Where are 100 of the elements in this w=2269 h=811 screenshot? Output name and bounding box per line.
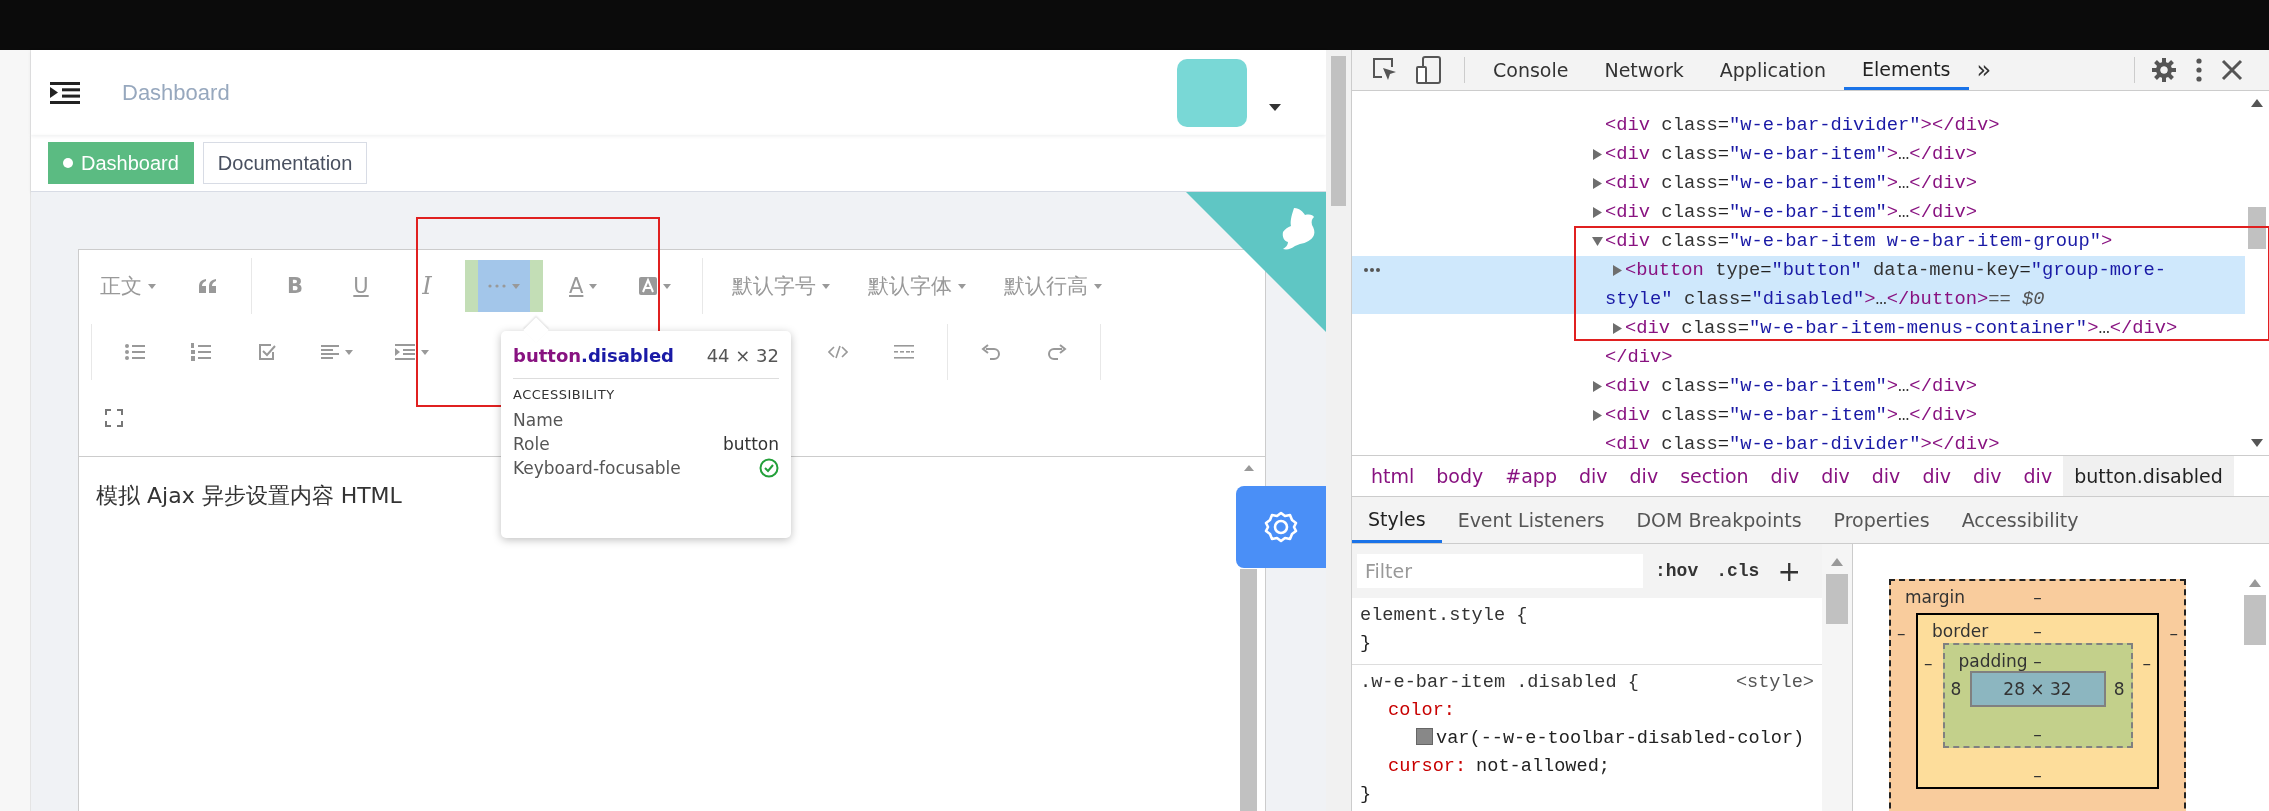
breadcrumb-item[interactable]: html bbox=[1360, 456, 1426, 496]
dom-node-line[interactable]: <div class="w-e-bar-item">…</div> bbox=[1352, 198, 2245, 227]
bulleted-list-icon bbox=[125, 344, 145, 360]
breadcrumb-item[interactable]: div bbox=[2012, 456, 2064, 496]
more-tabs-button[interactable]: » bbox=[1968, 56, 2000, 84]
breadcrumb-item[interactable]: div bbox=[1810, 456, 1861, 496]
css-value[interactable]: not-allowed; bbox=[1476, 753, 1610, 781]
active-dot-icon bbox=[63, 158, 73, 168]
new-rule-button[interactable]: + bbox=[1771, 554, 1807, 588]
element-selector: button.disabled bbox=[513, 345, 674, 366]
breadcrumb-item[interactable]: div bbox=[1759, 456, 1811, 496]
caret-icon bbox=[958, 283, 967, 289]
dom-node-line[interactable]: <div class="w-e-bar-divider"></div> bbox=[1352, 430, 2245, 455]
scrollbar[interactable] bbox=[1822, 544, 1852, 811]
kebab-menu-icon[interactable] bbox=[2195, 57, 2203, 83]
property-label: Name bbox=[513, 410, 564, 430]
box-value: – bbox=[2033, 621, 2042, 641]
breadcrumb-item[interactable]: #app bbox=[1494, 456, 1568, 496]
css-property[interactable]: color: bbox=[1388, 697, 1455, 725]
breadcrumb-item[interactable]: div bbox=[1567, 456, 1619, 496]
rule-close-brace: } bbox=[1360, 632, 1373, 656]
dom-node-line[interactable]: <div class="w-e-bar-item">…</div> bbox=[1352, 140, 2245, 169]
ellipsis-icon[interactable] bbox=[1364, 268, 1380, 272]
menu-icon[interactable] bbox=[50, 81, 80, 104]
property-label: Role bbox=[513, 434, 550, 454]
code-icon bbox=[828, 345, 848, 359]
panel-tab[interactable]: DOM Breakpoints bbox=[1620, 497, 1818, 543]
devtools-tab[interactable]: Application bbox=[1701, 50, 1844, 90]
expand-arrow-icon[interactable] bbox=[1592, 236, 1603, 247]
panel-tab[interactable]: Properties bbox=[1817, 497, 1946, 543]
panel-tab[interactable]: Event Listeners bbox=[1441, 497, 1621, 543]
caret-icon[interactable] bbox=[1269, 104, 1281, 111]
box-value: 8 bbox=[2112, 679, 2126, 699]
github-corner-drawing[interactable] bbox=[1186, 192, 1326, 332]
expand-arrow-icon[interactable] bbox=[1592, 149, 1603, 160]
dom-node-line[interactable]: <div class="w-e-bar-item">…</div> bbox=[1352, 372, 2245, 401]
scrollbar-thumb[interactable] bbox=[2244, 595, 2266, 645]
scrollbar-thumb[interactable] bbox=[1826, 574, 1848, 624]
settings-icon[interactable] bbox=[2151, 57, 2177, 83]
element-size: 44 × 32 bbox=[706, 345, 779, 366]
breadcrumb-item[interactable]: div bbox=[1911, 456, 1962, 496]
class-toggle-button[interactable]: .cls bbox=[1710, 561, 1766, 581]
breadcrumb-item[interactable]: button.disabled bbox=[2063, 456, 2234, 496]
box-value: – bbox=[1923, 653, 1934, 673]
dom-node-line[interactable]: <div class="w-e-bar-item-menus-container">…</div> bbox=[1352, 314, 2245, 343]
breadcrumb-item[interactable]: section bbox=[1669, 456, 1760, 496]
ellipsis-icon bbox=[488, 284, 506, 288]
expand-arrow-icon[interactable] bbox=[1612, 265, 1623, 276]
highlight-icon bbox=[639, 277, 658, 295]
box-value: 8 bbox=[1949, 679, 1963, 699]
numbered-list-icon bbox=[191, 343, 211, 361]
dom-closing-line: </div> bbox=[1604, 345, 1674, 370]
settings-icon bbox=[1264, 510, 1298, 544]
close-icon[interactable] bbox=[2221, 59, 2243, 81]
dom-node-line[interactable]: <div class="w-e-bar-divider"></div> bbox=[1352, 111, 2245, 140]
color-swatch-icon[interactable] bbox=[1416, 728, 1433, 745]
box-value: – bbox=[2033, 724, 2042, 744]
breadcrumb-item[interactable]: div bbox=[1618, 456, 1670, 496]
rule-source-link[interactable]: <style> bbox=[1735, 669, 1814, 697]
avatar-image[interactable] bbox=[1177, 58, 1247, 127]
scrollbar[interactable] bbox=[1240, 465, 1257, 811]
panel-tab[interactable]: Accessibility bbox=[1945, 497, 2095, 543]
hover-state-button[interactable]: :hov bbox=[1649, 561, 1705, 581]
scroll-up-icon[interactable] bbox=[2251, 99, 2263, 107]
expand-arrow-icon[interactable] bbox=[1592, 410, 1603, 421]
expand-arrow-icon[interactable] bbox=[1592, 207, 1603, 218]
rule-selector[interactable]: element.style { bbox=[1360, 602, 1528, 630]
breadcrumb-item[interactable]: div bbox=[1961, 456, 2013, 496]
settings-button[interactable] bbox=[1236, 486, 1326, 568]
caret-icon bbox=[822, 283, 831, 289]
scroll-down-icon[interactable] bbox=[2251, 439, 2263, 447]
page-tag[interactable]: Documentation bbox=[202, 142, 368, 184]
box-value: – bbox=[2168, 623, 2179, 643]
expand-arrow-icon[interactable] bbox=[1592, 381, 1603, 392]
breadcrumb-item[interactable]: div bbox=[1860, 456, 1912, 496]
expand-arrow-icon[interactable] bbox=[1592, 178, 1603, 189]
dom-node-line[interactable]: <div class="w-e-bar-item">…</div> bbox=[1352, 169, 2245, 198]
box-value: – bbox=[2033, 651, 2042, 671]
breadcrumb-item[interactable]: body bbox=[1425, 456, 1495, 496]
box-value: – bbox=[2141, 653, 2152, 673]
caret-icon bbox=[148, 283, 156, 289]
devtools-tab[interactable]: Elements bbox=[1843, 50, 1969, 90]
scrollbar-thumb[interactable] bbox=[2248, 207, 2266, 249]
device-toggle-icon[interactable] bbox=[1416, 56, 1442, 84]
devtools-tab[interactable]: Network bbox=[1586, 50, 1702, 90]
dom-node-line[interactable]: <div class="w-e-bar-item">…</div> bbox=[1352, 401, 2245, 430]
filter-field[interactable]: Filter bbox=[1357, 554, 1643, 588]
dom-node-line[interactable]: <div class="w-e-bar-item w-e-bar-item-group"> bbox=[1352, 227, 2245, 256]
devtools-tab[interactable]: Console bbox=[1475, 50, 1587, 90]
expand-arrow-icon[interactable] bbox=[1612, 323, 1623, 334]
rule-selector[interactable]: .w-e-bar-item .disabled { bbox=[1360, 669, 1639, 697]
redo-icon bbox=[1047, 344, 1067, 360]
scrollbar-thumb[interactable] bbox=[1240, 569, 1257, 811]
scrollbar-thumb[interactable] bbox=[1331, 56, 1346, 206]
content-box: 28 × 32 bbox=[1969, 671, 2106, 707]
css-property[interactable]: cursor: bbox=[1388, 753, 1467, 781]
caret-icon bbox=[345, 349, 353, 355]
scrollbar[interactable] bbox=[1326, 50, 1351, 811]
css-value[interactable]: var(--w-e-toolbar-disabled-color) bbox=[1388, 725, 1814, 753]
box-label: border bbox=[1932, 621, 1989, 641]
